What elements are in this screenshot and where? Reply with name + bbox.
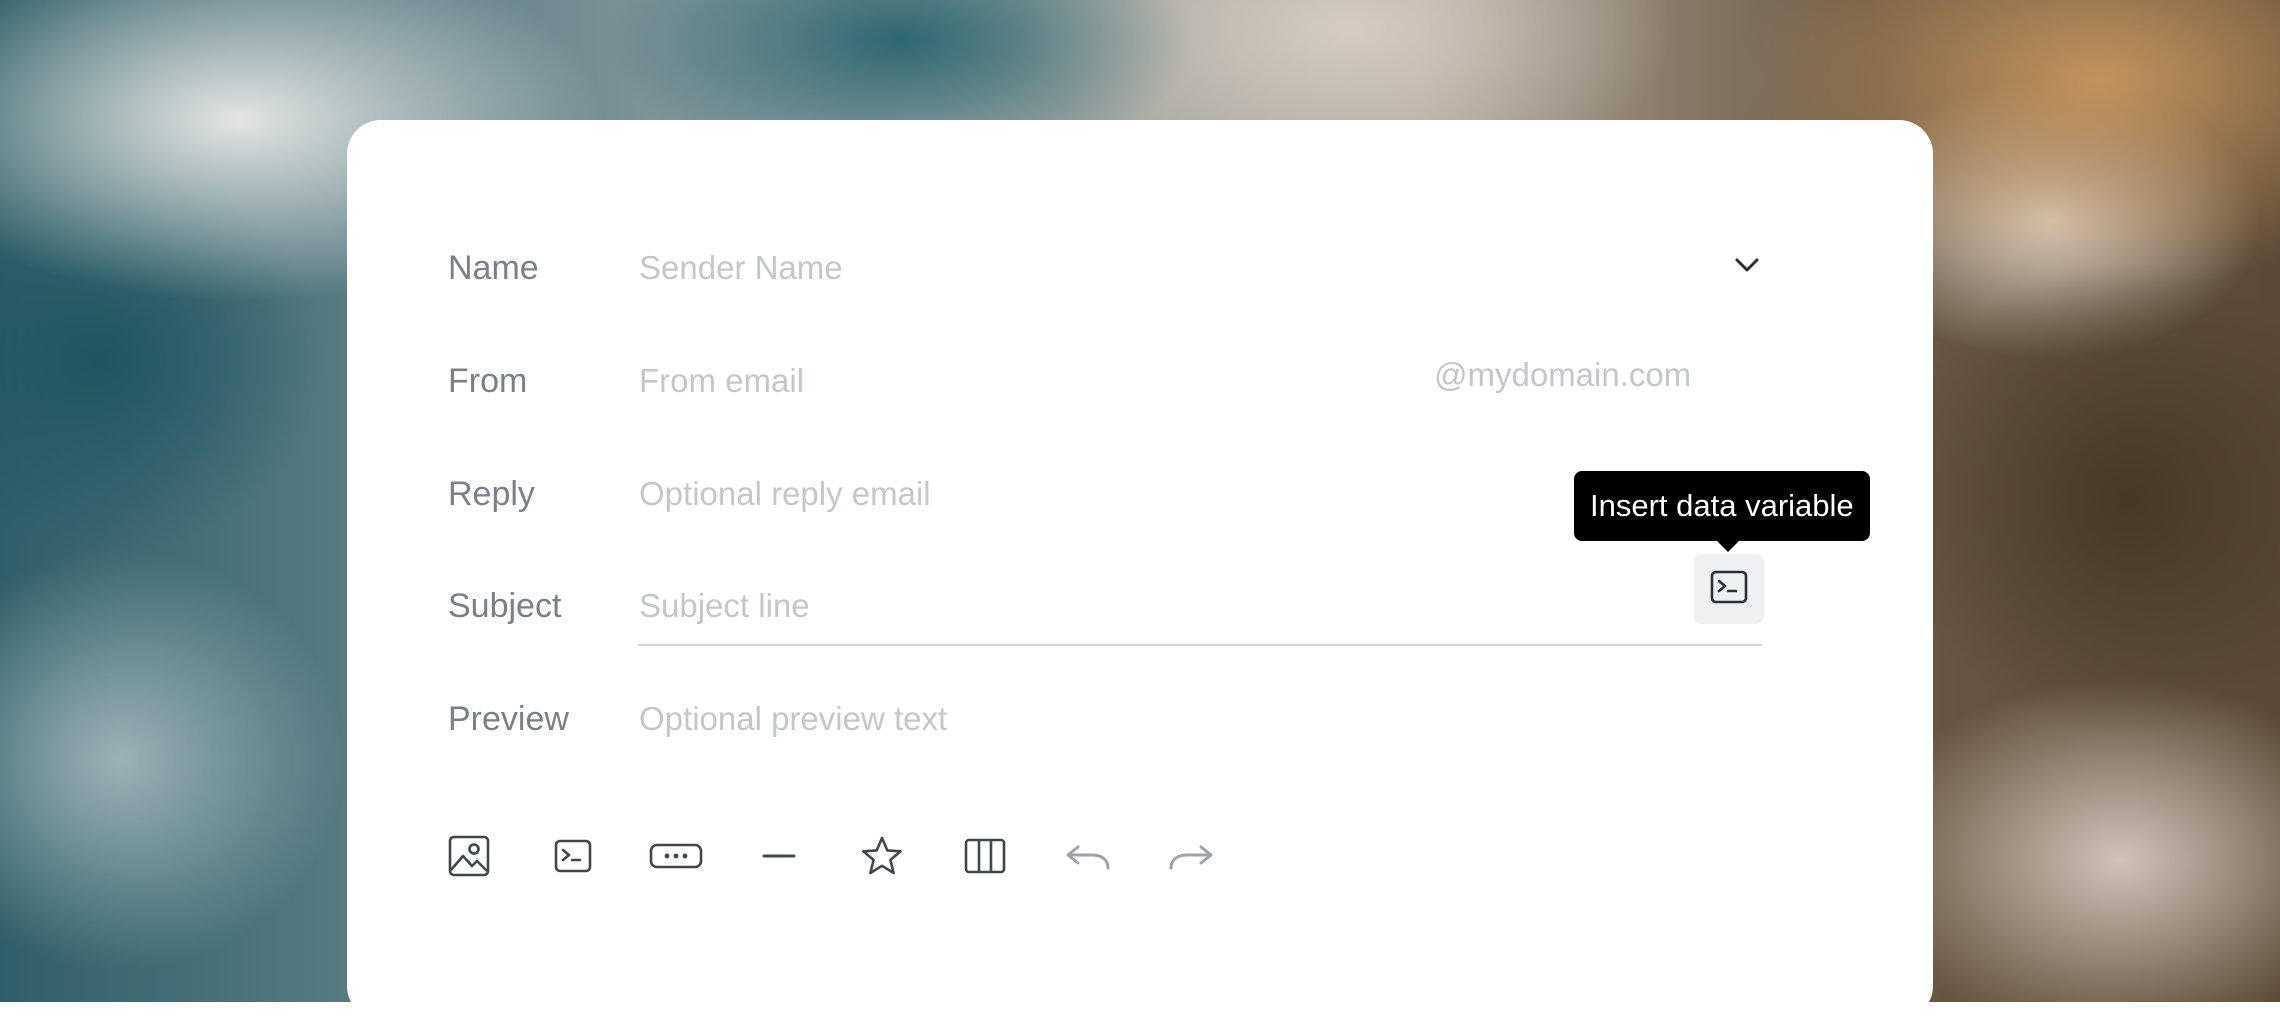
divider-icon <box>761 851 797 861</box>
name-label: Name <box>448 249 539 287</box>
insert-variable-button[interactable] <box>1694 554 1764 624</box>
chevron-down-icon[interactable] <box>1727 246 1767 286</box>
domain-suffix: @mydomain.com <box>1434 356 1692 393</box>
insert-button-button[interactable] <box>646 826 706 886</box>
terminal-icon <box>553 838 593 874</box>
name-row: Name <box>347 238 1933 298</box>
insert-star-button[interactable] <box>852 826 912 886</box>
button-icon <box>648 841 704 871</box>
subject-row: Subject <box>347 554 1933 646</box>
subject-underline <box>638 644 1762 646</box>
insert-variable-tooltip: Insert data variable <box>1574 471 1870 541</box>
reply-email-input[interactable] <box>639 464 1639 524</box>
star-icon <box>860 835 904 877</box>
insert-divider-button[interactable] <box>749 826 809 886</box>
from-email-input[interactable] <box>639 351 1399 411</box>
tooltip-arrow <box>1716 540 1740 552</box>
subject-label: Subject <box>448 587 562 625</box>
insert-variable-toolbar-button[interactable] <box>543 826 603 886</box>
insert-image-button[interactable] <box>439 826 499 886</box>
insert-columns-button[interactable] <box>955 826 1015 886</box>
sender-name-select[interactable] <box>639 238 1639 298</box>
from-label: From <box>448 362 528 400</box>
image-icon <box>447 834 491 878</box>
columns-icon <box>963 837 1007 875</box>
preview-label: Preview <box>448 700 569 738</box>
undo-button[interactable] <box>1058 826 1118 886</box>
redo-icon <box>1167 841 1215 871</box>
redo-button[interactable] <box>1161 826 1221 886</box>
terminal-icon <box>1709 569 1749 610</box>
undo-icon <box>1064 841 1112 871</box>
from-row: From @mydomain.com <box>347 351 1933 411</box>
preview-row: Preview <box>347 689 1933 749</box>
reply-label: Reply <box>448 475 535 513</box>
subject-input[interactable] <box>639 576 1639 636</box>
preview-text-input[interactable] <box>639 689 1639 749</box>
